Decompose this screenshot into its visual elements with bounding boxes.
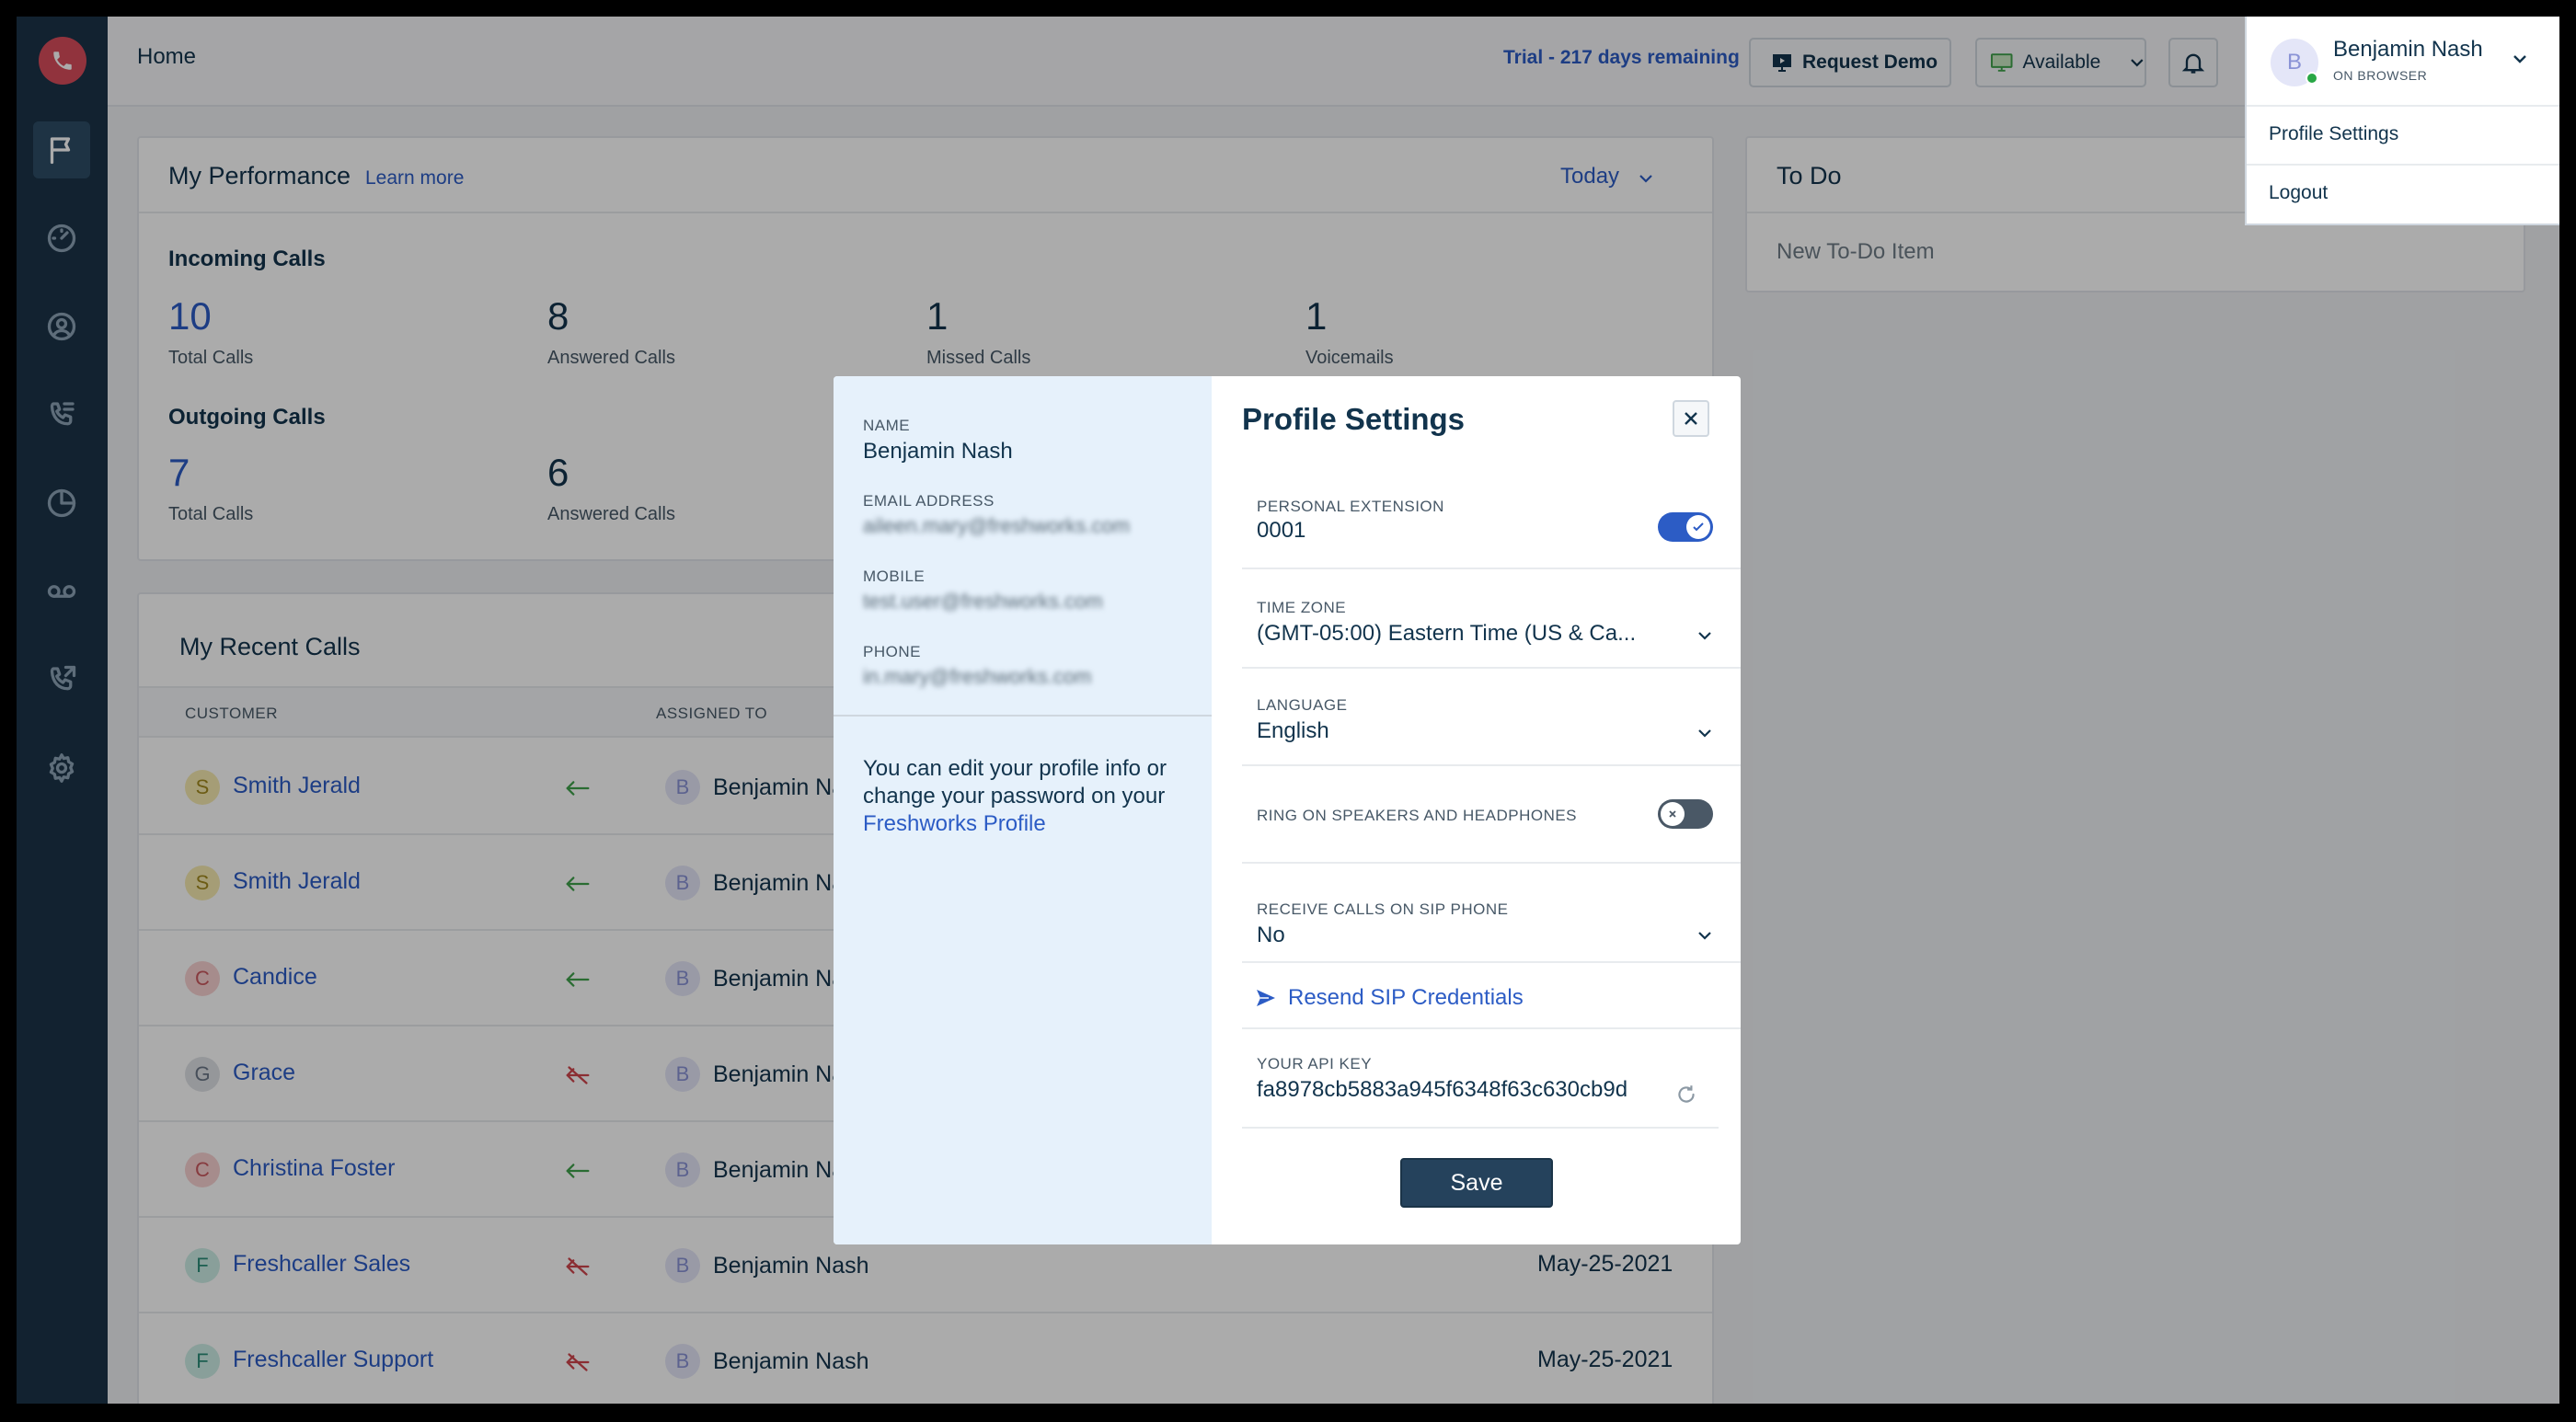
send-icon <box>1257 990 1275 1006</box>
sip-phone-dropdown[interactable]: RECEIVE CALLS ON SIP PHONE No <box>1242 864 1741 963</box>
profile-name: Benjamin Nash <box>2333 37 2483 62</box>
divider <box>834 715 1212 717</box>
check-icon <box>1686 515 1710 539</box>
profile-note: You can edit your profile info or change… <box>863 755 1185 838</box>
chevron-down-icon <box>1698 729 1711 738</box>
time-zone-dropdown[interactable]: TIME ZONE (GMT-05:00) Eastern Time (US &… <box>1242 569 1741 669</box>
api-key-section: YOUR API KEY fa8978cb5883a945f6348f63c63… <box>1242 1029 1719 1129</box>
timezone-value: (GMT-05:00) Eastern Time (US & Ca... <box>1257 621 1637 646</box>
name-label: NAME <box>863 417 911 434</box>
phone-value: in.mary@freshworks.com <box>863 665 1092 688</box>
profile-settings-modal: NAME Benjamin Nash EMAIL ADDRESS aileen.… <box>834 376 1741 1244</box>
api-key-label: YOUR API KEY <box>1257 1055 1373 1072</box>
resend-sip-button[interactable]: Resend SIP Credentials <box>1255 985 1524 1011</box>
email-value: aileen.mary@freshworks.com <box>863 514 1131 537</box>
chevron-down-icon[interactable] <box>2512 53 2528 64</box>
profile-note-text: You can edit your profile info or change… <box>863 756 1167 808</box>
chevron-down-icon <box>1698 632 1711 640</box>
close-icon[interactable] <box>1673 400 1709 437</box>
email-label: EMAIL ADDRESS <box>863 492 995 510</box>
refresh-icon[interactable] <box>1674 1083 1698 1107</box>
chevron-down-icon <box>1698 932 1711 940</box>
menu-item-profile-settings[interactable]: Profile Settings <box>2269 123 2398 145</box>
language-value: English <box>1257 718 1329 743</box>
extension-value: 0001 <box>1257 518 1306 543</box>
profile-info-panel: NAME Benjamin Nash EMAIL ADDRESS aileen.… <box>834 376 1212 1244</box>
ring-speakers-section: RING ON SPEAKERS AND HEADPHONES <box>1242 766 1741 864</box>
extension-toggle[interactable] <box>1658 512 1713 542</box>
sip-label: RECEIVE CALLS ON SIP PHONE <box>1257 900 1509 918</box>
cross-icon <box>1661 802 1685 826</box>
profile-status: ON BROWSER <box>2333 68 2428 83</box>
api-key-value: fa8978cb5883a945f6348f63c630cb9d <box>1257 1077 1628 1102</box>
divider <box>2247 105 2559 107</box>
menu-item-logout[interactable]: Logout <box>2269 182 2328 204</box>
language-label: LANGUAGE <box>1257 696 1348 714</box>
resend-sip-label: Resend SIP Credentials <box>1288 985 1524 1010</box>
mobile-label: MOBILE <box>863 568 926 585</box>
modal-title: Profile Settings <box>1242 402 1466 436</box>
phone-label: PHONE <box>863 643 921 660</box>
extension-label: PERSONAL EXTENSION <box>1257 498 1444 515</box>
online-status-dot <box>2306 72 2318 85</box>
save-button[interactable]: Save <box>1400 1158 1553 1208</box>
freshworks-profile-link[interactable]: Freshworks Profile <box>863 810 1185 838</box>
name-value: Benjamin Nash <box>863 439 1013 464</box>
personal-extension-section: PERSONAL EXTENSION 0001 <box>1242 468 1741 569</box>
mobile-value: test.user@freshworks.com <box>863 590 1103 613</box>
sip-value: No <box>1257 923 1285 947</box>
language-dropdown[interactable]: LANGUAGE English <box>1242 669 1741 766</box>
ring-label: RING ON SPEAKERS AND HEADPHONES <box>1257 807 1578 824</box>
ring-toggle[interactable] <box>1658 799 1713 829</box>
resend-sip-section: Resend SIP Credentials <box>1242 963 1741 1029</box>
divider <box>2247 164 2559 166</box>
timezone-label: TIME ZONE <box>1257 599 1347 616</box>
profile-menu: B Benjamin Nash ON BROWSER Profile Setti… <box>2245 17 2559 225</box>
